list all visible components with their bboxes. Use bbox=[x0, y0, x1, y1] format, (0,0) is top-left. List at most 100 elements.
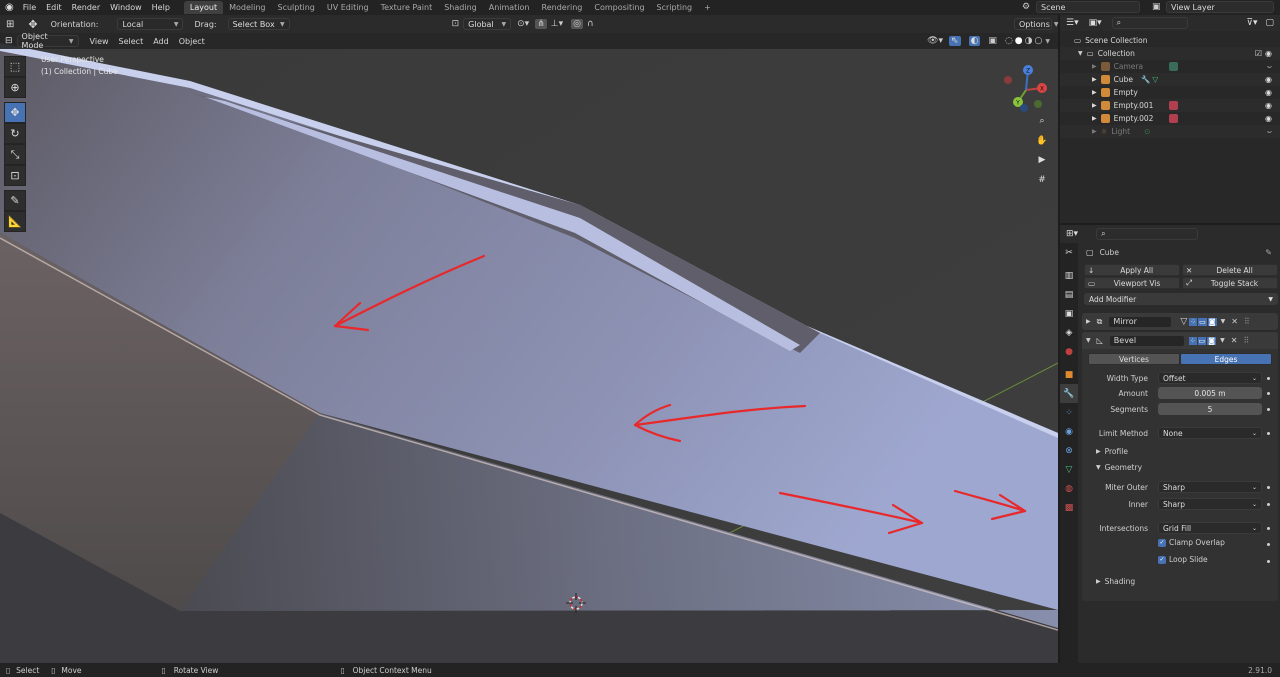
render-camera-icon[interactable]: ◙ bbox=[1207, 336, 1217, 345]
viewport-display-icon[interactable]: ▭ bbox=[1197, 336, 1207, 345]
object-tab-icon[interactable]: ■ bbox=[1060, 365, 1078, 384]
mirror-name-field[interactable]: Mirror bbox=[1108, 315, 1173, 328]
menu-object[interactable]: Object bbox=[174, 37, 210, 46]
measure-tool-icon[interactable]: 📐 bbox=[4, 211, 26, 232]
mode-dropdown[interactable]: Object Mode ▼ bbox=[16, 32, 79, 50]
menu-add[interactable]: Add bbox=[148, 37, 174, 46]
render-camera-icon[interactable]: ◙ bbox=[1207, 317, 1217, 326]
constraints-tab-icon[interactable]: ⊗ bbox=[1060, 441, 1078, 460]
outliner-item-cube[interactable]: ▶ Cube 🔧 ▽ ◉ bbox=[1060, 73, 1280, 86]
grid-ortho-icon[interactable]: # bbox=[1034, 172, 1050, 188]
eye-icon[interactable]: ◉ bbox=[1265, 114, 1272, 123]
intersections-dropdown[interactable]: Grid Fill ⌄ bbox=[1158, 522, 1262, 534]
editor-type-icon[interactable]: ⊞ bbox=[6, 19, 14, 30]
falloff-icon[interactable]: ∩ bbox=[587, 19, 594, 29]
tab-uv-editing[interactable]: UV Editing bbox=[321, 1, 375, 14]
hidden-icon[interactable]: ⌣ bbox=[1267, 127, 1272, 137]
menu-render[interactable]: Render bbox=[67, 3, 105, 12]
hidden-icon[interactable]: ⌣ bbox=[1267, 62, 1272, 72]
texture-tab-icon[interactable]: ▩ bbox=[1060, 498, 1078, 517]
properties-search-input[interactable]: ⌕ bbox=[1096, 227, 1199, 240]
keyframe-dot[interactable] bbox=[1267, 503, 1270, 506]
snap-icon[interactable]: ⋔ bbox=[535, 19, 547, 29]
outliner-item-camera[interactable]: ▶ Camera ⌣ bbox=[1060, 60, 1280, 73]
snap-target-icon[interactable]: ⊥▾ bbox=[551, 19, 563, 29]
toggle-stack-button[interactable]: ⤢ Toggle Stack bbox=[1182, 277, 1278, 289]
menu-edit[interactable]: Edit bbox=[41, 3, 67, 12]
scene-icon[interactable]: ⚙ bbox=[1022, 2, 1030, 12]
world-tab-icon[interactable]: ● bbox=[1060, 342, 1078, 361]
editor-type-outliner-icon[interactable]: ☰▾ bbox=[1066, 18, 1079, 28]
keyframe-dot[interactable] bbox=[1267, 543, 1270, 546]
outliner-item-empty[interactable]: ▶ Empty ◉ bbox=[1060, 86, 1280, 99]
display-mode-icon[interactable]: ▣▾ bbox=[1089, 18, 1102, 28]
scene-tab-icon[interactable]: ◈ bbox=[1060, 323, 1078, 342]
affect-vertices-button[interactable]: Vertices bbox=[1088, 353, 1180, 365]
eye-icon[interactable]: ◉ bbox=[1265, 75, 1272, 84]
tab-modeling[interactable]: Modeling bbox=[223, 1, 271, 14]
gizmo-toggle-icon[interactable]: ⇖ bbox=[949, 36, 961, 46]
tab-layout[interactable]: Layout bbox=[183, 1, 224, 14]
physics-tab-icon[interactable]: ◉ bbox=[1060, 422, 1078, 441]
segments-field[interactable]: 5 bbox=[1158, 403, 1262, 415]
pivot-icon[interactable]: ⊡ bbox=[452, 19, 460, 29]
viewport-display-icon[interactable]: ▭ bbox=[1198, 317, 1207, 326]
camera-view-icon[interactable]: ▶ bbox=[1034, 152, 1050, 168]
tab-sculpting[interactable]: Sculpting bbox=[272, 1, 321, 14]
move-tool-icon[interactable]: ✥ bbox=[4, 102, 26, 123]
tab-animation[interactable]: Animation bbox=[483, 1, 536, 14]
keyframe-dot[interactable] bbox=[1267, 527, 1270, 530]
viewport-vis-button[interactable]: ▭ Viewport Vis bbox=[1084, 277, 1180, 289]
keyframe-dot[interactable] bbox=[1267, 377, 1270, 380]
eye-icon[interactable]: ◉ bbox=[1265, 49, 1272, 58]
clamp-overlap-checkbox[interactable]: ✓ Clamp Overlap bbox=[1158, 538, 1225, 547]
affect-edges-button[interactable]: Edges bbox=[1180, 353, 1272, 365]
overlay-toggle-icon[interactable]: ◐ bbox=[968, 36, 981, 46]
3d-viewport[interactable]: User Perspective (1) Collection | Cube X… bbox=[0, 33, 1058, 663]
chevron-down-icon[interactable]: ▼ bbox=[1221, 318, 1226, 325]
outliner-item-light[interactable]: ▶ ☼ Light ⊙ ⌣ bbox=[1060, 125, 1280, 138]
view-layer-icon[interactable]: ▣ bbox=[1152, 2, 1161, 12]
eye-icon[interactable]: ◉ bbox=[1265, 88, 1272, 97]
zoom-icon[interactable]: ⌕ bbox=[1034, 113, 1050, 129]
miter-outer-dropdown[interactable]: Sharp ⌄ bbox=[1158, 481, 1262, 493]
shading-material-icon[interactable]: ◑ bbox=[1025, 36, 1033, 46]
profile-subpanel[interactable]: ▶ Profile bbox=[1096, 447, 1128, 456]
keyframe-dot[interactable] bbox=[1267, 432, 1270, 435]
scene-field[interactable]: Scene bbox=[1036, 1, 1140, 13]
pin-icon[interactable]: ✎ bbox=[1265, 248, 1272, 257]
keyframe-dot[interactable] bbox=[1267, 560, 1270, 563]
transform-tool-icon[interactable]: ✥ bbox=[28, 18, 37, 31]
chevron-down-icon[interactable]: ▼ bbox=[1220, 337, 1225, 344]
bevel-name-field[interactable]: Bevel bbox=[1108, 334, 1185, 347]
drag-handle-icon[interactable]: ⠿ bbox=[1244, 317, 1250, 326]
orientation-dropdown[interactable]: Local ▼ bbox=[117, 18, 184, 30]
keyframe-dot[interactable] bbox=[1267, 408, 1270, 411]
menu-select[interactable]: Select bbox=[114, 37, 149, 46]
cage-icon[interactable]: ⁘ bbox=[1188, 336, 1197, 345]
tab-scripting[interactable]: Scripting bbox=[651, 1, 699, 14]
options-dropdown[interactable]: Options ▼ bbox=[1014, 18, 1059, 30]
apply-all-button[interactable]: ↓ Apply All bbox=[1084, 264, 1180, 276]
modifier-tab-icon[interactable]: 🔧 bbox=[1060, 384, 1078, 403]
tool-tab-icon[interactable]: ✂ bbox=[1060, 243, 1078, 262]
shading-wireframe-icon[interactable]: ◌ bbox=[1005, 36, 1013, 46]
drag-handle-icon[interactable]: ⠿ bbox=[1243, 336, 1249, 345]
tab-shading[interactable]: Shading bbox=[438, 1, 483, 14]
add-modifier-dropdown[interactable]: Add Modifier ▼ bbox=[1084, 293, 1278, 305]
close-icon[interactable]: ✕ bbox=[1231, 317, 1238, 326]
render-tab-icon[interactable]: ▥ bbox=[1060, 266, 1078, 285]
rotate-tool-icon[interactable]: ↻ bbox=[4, 123, 26, 144]
loop-slide-checkbox[interactable]: ✓ Loop Slide bbox=[1158, 555, 1208, 564]
xray-icon[interactable]: ▣ bbox=[988, 36, 997, 46]
keyframe-dot[interactable] bbox=[1267, 486, 1270, 489]
edit-mode-icon[interactable]: ▽ bbox=[1180, 317, 1187, 327]
eye-icon[interactable]: ◉ bbox=[1265, 101, 1272, 110]
outliner-scene-collection[interactable]: ▭ Scene Collection bbox=[1060, 34, 1280, 47]
drag-dropdown[interactable]: Select Box ▼ bbox=[227, 18, 290, 30]
shading-solid-icon[interactable]: ● bbox=[1015, 36, 1023, 46]
data-tab-icon[interactable]: ▽ bbox=[1060, 460, 1078, 479]
view-layer-tab-icon[interactable]: ▣ bbox=[1060, 304, 1078, 323]
blender-logo-icon[interactable]: ◉ bbox=[0, 2, 18, 13]
limit-method-dropdown[interactable]: None ⌄ bbox=[1158, 427, 1262, 439]
